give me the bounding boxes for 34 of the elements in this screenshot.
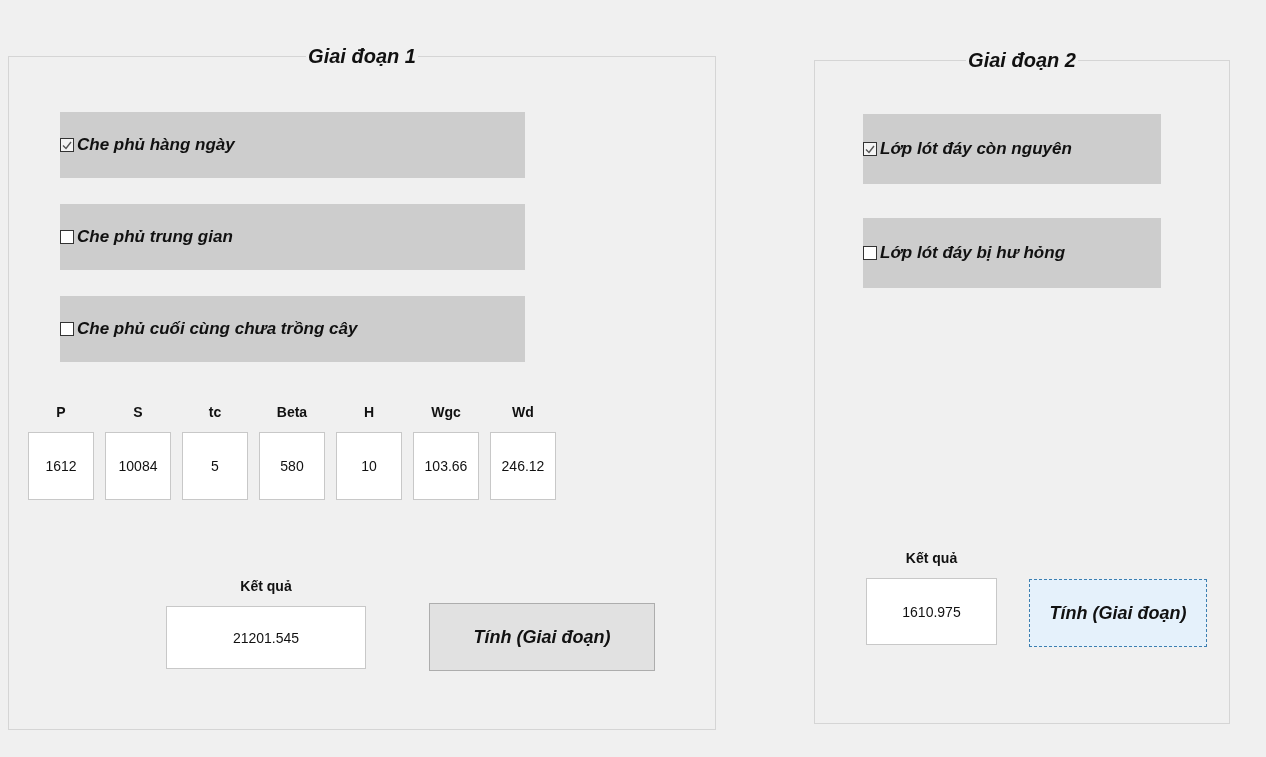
- checkmark-icon: [62, 140, 72, 150]
- field-label: P: [56, 404, 66, 420]
- checkbox[interactable]: [60, 138, 74, 152]
- input-field[interactable]: 580: [259, 432, 325, 500]
- checkbox[interactable]: [60, 230, 74, 244]
- checkbox-label: Che phủ cuối cùng chưa trồng cây: [77, 319, 358, 339]
- result-field[interactable]: 21201.545: [166, 606, 366, 669]
- checkmark-icon: [865, 144, 875, 154]
- input-field[interactable]: 10: [336, 432, 402, 500]
- result-field[interactable]: 1610.975: [866, 578, 997, 645]
- result-label: Kết quả: [905, 550, 958, 566]
- group-title: Giai đoạn 1: [307, 44, 417, 68]
- input-field[interactable]: 1612: [28, 432, 94, 500]
- checkbox[interactable]: [60, 322, 74, 336]
- checkbox[interactable]: [863, 246, 877, 260]
- field-label: H: [363, 404, 375, 420]
- field-label: tc: [208, 404, 222, 420]
- result-label: Kết quả: [240, 578, 292, 594]
- checkbox-label: Che phủ hàng ngày: [77, 135, 235, 155]
- input-field[interactable]: 5: [182, 432, 248, 500]
- calculate-button[interactable]: Tính (Giai đoạn): [429, 603, 655, 671]
- checkbox[interactable]: [863, 142, 877, 156]
- calculate-button[interactable]: Tính (Giai đoạn): [1029, 579, 1207, 647]
- checkbox-label: Che phủ trung gian: [77, 227, 233, 247]
- checkbox-label: Lớp lót đáy còn nguyên: [880, 139, 1072, 159]
- input-field[interactable]: 10084: [105, 432, 171, 500]
- checkbox-label: Lớp lót đáy bị hư hỏng: [880, 243, 1066, 263]
- input-field[interactable]: 103.66: [413, 432, 479, 500]
- field-label: Wd: [512, 404, 534, 420]
- input-field[interactable]: 246.12: [490, 432, 556, 500]
- field-label: Wgc: [431, 404, 461, 420]
- group-title: Giai đoạn 2: [967, 48, 1077, 72]
- field-label: S: [133, 404, 143, 420]
- field-label: Beta: [276, 404, 308, 420]
